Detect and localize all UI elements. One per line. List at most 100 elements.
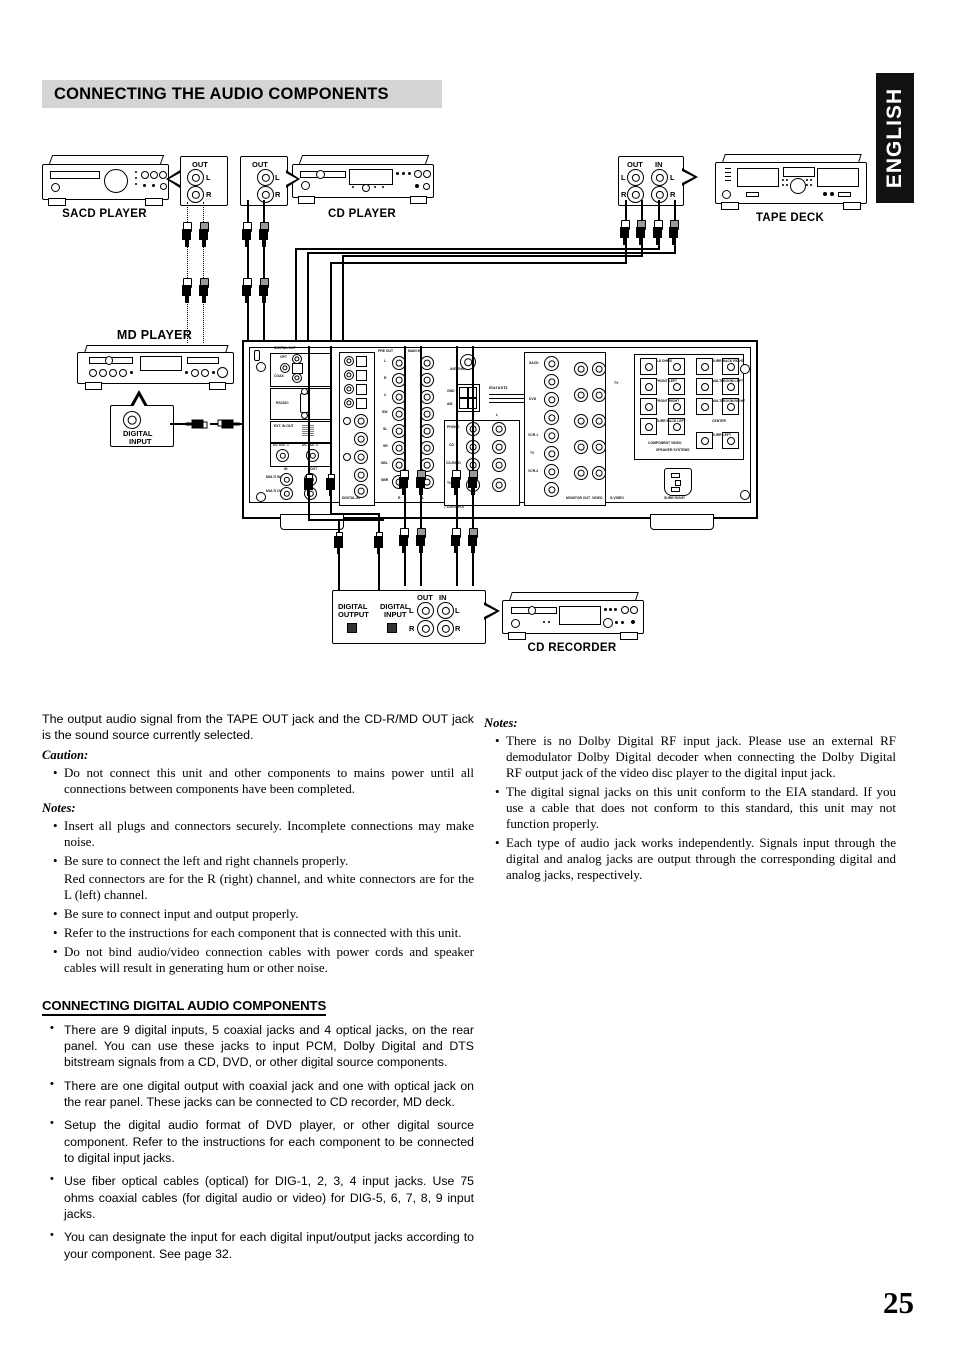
jack-callout-cd-out: OUT L R: [240, 156, 288, 206]
receiver-label-monitor-out: TV: [614, 381, 619, 385]
receiver-label-ohms: SPEAKER SYSTEMS: [656, 448, 690, 452]
receiver-label-front-left: 6-8 OHMS: [656, 359, 673, 363]
list-item: Do not bind audio/video connection cable…: [53, 944, 474, 976]
digital-plug-rec-in-bot: [374, 532, 383, 554]
cable-sacd-r: [203, 202, 204, 224]
rca-plug-rec-3-bot: [451, 528, 461, 553]
jack-label-l: L: [206, 173, 211, 182]
cable-cd-l-low: [247, 301, 249, 345]
cable-rec-digin-h: [330, 513, 380, 515]
rca-plug-sacd-l-bot: [182, 278, 192, 303]
rca-plug-rec-1-bot: [399, 528, 409, 553]
jack-callout-sacd-out: OUT L R: [180, 156, 228, 206]
cable-cd-r-low: [263, 301, 265, 345]
digital-plug-rec-out-top: [304, 474, 313, 496]
cable-rec-digin-low: [378, 554, 380, 590]
jack-callout-cd-recorder: DIGITAL OUTPUT DIGITAL INPUT OUT IN L L …: [332, 590, 486, 644]
page-number: 25: [883, 1285, 914, 1320]
cable-rec-digout-h: [308, 519, 384, 521]
receiver-ch-sbr: SBR: [381, 478, 389, 482]
list-item: Use fiber optical cables (optical) for D…: [50, 1172, 474, 1222]
cable-rec-digin-mid: [330, 496, 332, 514]
jack-label-l-in: L: [670, 173, 675, 182]
receiver-label-center: MULTI ROOM RIGHT: [712, 399, 746, 403]
list-item: Be sure to connect the left and right ch…: [53, 853, 474, 903]
connection-diagram: SACD PLAYER OUT L R CD PLAYER OUT L R TA…: [42, 140, 872, 710]
caution-item: Do not connect this unit and other compo…: [53, 765, 474, 797]
cable-tape-in-r: [674, 200, 676, 222]
cable-cd-l: [247, 200, 249, 224]
list-item: There are 9 digital inputs, 5 coaxial ja…: [50, 1021, 474, 1071]
cable-rec-a4-low: [472, 552, 474, 586]
jack-label-r-out: R: [621, 190, 627, 199]
jack-label-out: OUT: [252, 160, 268, 169]
optical-plug-md-right: [217, 419, 240, 429]
cable-tape-run-4: [674, 244, 676, 252]
optical-plug-md-left: [185, 419, 208, 429]
receiver-label-vcr2: VCR-2: [528, 469, 539, 473]
cable-tape-v1: [330, 262, 332, 346]
receiver-label-in: IN: [284, 467, 288, 471]
cable-rec-a1-mid: [404, 494, 406, 530]
jack-label-out: OUT: [417, 593, 433, 602]
list-item: Refer to the instructions for each compo…: [53, 925, 474, 941]
rca-plug-tape-3: [653, 220, 663, 245]
caution-heading: Caution:: [42, 747, 89, 762]
receiver-label-surr-right: SURR LEFT: [712, 433, 732, 437]
receiver-ch-l: L: [384, 359, 387, 363]
cable-sacd-l: [187, 202, 188, 224]
device-label-cd-recorder: CD RECORDER: [527, 642, 617, 654]
receiver-ch-sw: SW: [382, 410, 388, 414]
receiver-label-sacd: SACD: [529, 361, 539, 365]
cable-rec-digout-low: [338, 554, 340, 590]
cable-rec-a3: [456, 346, 458, 474]
cable-tape-h3: [295, 248, 660, 250]
manual-page: CONNECTING THE AUDIO COMPONENTS ENGLISH …: [0, 0, 954, 1351]
jack-label-r-out: R: [409, 624, 415, 633]
receiver-label-vcr1: VCR-1: [528, 433, 539, 437]
receiver-label-multi-room-right: MULTI ROOM LEFT: [712, 379, 744, 383]
intro-paragraph: The output audio signal from the TAPE OU…: [42, 712, 474, 742]
av-receiver-rear-panel: DIGITAL-OUT OPT COAX RS232C EXT. IN OUT …: [242, 340, 758, 535]
jack-label-l-out: L: [621, 173, 626, 182]
receiver-label-am: AM: [447, 402, 453, 406]
note-sub: Red connectors are for the R (right) cha…: [64, 870, 474, 902]
cable-rec-a3-low: [456, 552, 458, 586]
rca-plug-rec-2-top: [416, 470, 426, 495]
list-item: Each type of audio jack works independen…: [495, 835, 896, 883]
receiver-ch-c: C: [384, 393, 387, 397]
receiver-label-multi-in: MULTI IN: [266, 475, 281, 479]
receiver-label-video: MONITOR OUT: [566, 496, 591, 500]
receiver-label-opt: OPT: [280, 355, 287, 359]
jack-label-in: IN: [655, 160, 663, 169]
rca-plug-rec-3-top: [451, 470, 461, 495]
jack-label-out: OUT: [192, 160, 208, 169]
receiver-chassis: DIGITAL-OUT OPT COAX RS232C EXT. IN OUT …: [242, 340, 758, 519]
cable-tape-out-r: [641, 200, 643, 222]
jack-label-r: R: [275, 190, 281, 199]
list-item: Setup the digital audio format of DVD pl…: [50, 1116, 474, 1166]
jack-callout-md-digital-input: DIGITAL INPUT: [110, 405, 174, 447]
rca-plug-sacd-r-top: [199, 222, 209, 247]
page-title: CONNECTING THE AUDIO COMPONENTS: [54, 84, 389, 103]
rca-plug-tape-2: [636, 220, 646, 245]
notes-heading: Notes:: [42, 800, 76, 815]
receiver-label-component-video: S-VIDEO: [610, 496, 624, 500]
receiver-video-block: [524, 352, 606, 506]
right-notes-heading: Notes:: [484, 716, 518, 730]
cable-tape-h2: [342, 255, 643, 257]
receiver-label-ch-r: R: [398, 496, 401, 500]
cable-tape-in-l: [658, 200, 660, 222]
section-header-banner: CONNECTING THE AUDIO COMPONENTS: [42, 80, 442, 108]
digital-plug-rec-in-top: [326, 474, 335, 496]
cable-rec-a1-low: [404, 552, 406, 586]
jack-label-out: OUT: [627, 160, 643, 169]
rca-plug-rec-1-top: [399, 470, 409, 495]
cable-rec-a2: [420, 346, 422, 474]
digital-list: There are 9 digital inputs, 5 coaxial ja…: [42, 1021, 474, 1262]
jack-label-l-in: L: [455, 606, 460, 615]
cable-rec-digout: [308, 346, 310, 486]
receiver-label-surr-back-left: FRONT RIGHT: [656, 399, 680, 403]
digital-section-heading: CONNECTING DIGITAL AUDIO COMPONENTS: [42, 998, 326, 1016]
cable-sacd-l-mid: [187, 246, 188, 280]
